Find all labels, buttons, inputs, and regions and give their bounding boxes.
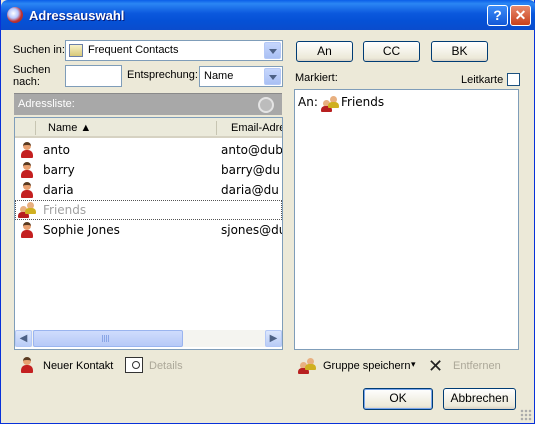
- window-title: Adressauswahl: [29, 8, 125, 23]
- list-item[interactable]: Sophie Jones sjones@du: [15, 220, 282, 240]
- ok-button[interactable]: OK: [363, 388, 433, 410]
- marked-recipients-list[interactable]: An: Friends: [294, 89, 519, 350]
- app-icon: [7, 7, 23, 23]
- search-by-label-line2: nach:: [13, 76, 40, 88]
- column-name[interactable]: Name ▲: [48, 122, 91, 134]
- remove-button[interactable]: Entfernen: [453, 360, 501, 372]
- list-item[interactable]: anto anto@dub: [15, 140, 282, 160]
- save-group-button[interactable]: Gruppe speichern: [323, 360, 410, 372]
- column-header: Name ▲ Email-Adre: [15, 118, 282, 138]
- new-contact-icon[interactable]: [19, 357, 35, 373]
- match-dropdown[interactable]: Name: [199, 66, 283, 87]
- guide-label: Leitkarte: [461, 74, 504, 86]
- chevron-down-icon[interactable]: [264, 68, 281, 85]
- search-in-label: Suchen in:: [13, 44, 65, 56]
- contact-name: Sophie Jones: [43, 223, 120, 237]
- details-icon[interactable]: [125, 357, 143, 373]
- search-by-label: Suchen nach:: [13, 64, 50, 88]
- scroll-right-icon[interactable]: ▶: [265, 330, 282, 347]
- list-item[interactable]: barry barry@du: [15, 160, 282, 180]
- list-item[interactable]: daria daria@du: [15, 180, 282, 200]
- address-list-title: Adressliste:: [18, 98, 75, 110]
- chevron-down-icon[interactable]: ▾: [411, 359, 416, 370]
- details-button[interactable]: Details: [149, 360, 183, 372]
- title-bar[interactable]: Adressauswahl ? ✕: [1, 0, 535, 30]
- resize-grip-icon[interactable]: [520, 409, 532, 421]
- help-button[interactable]: ?: [487, 5, 508, 26]
- cancel-button[interactable]: Abbrechen: [443, 388, 516, 410]
- scroll-left-icon[interactable]: ◀: [15, 330, 32, 347]
- contact-email: anto@dub: [221, 143, 283, 157]
- list-item[interactable]: Friends: [15, 200, 282, 220]
- contact-email: daria@du: [221, 183, 279, 197]
- chevron-down-icon[interactable]: [264, 42, 281, 59]
- contact-icon: [19, 162, 35, 178]
- horizontal-scrollbar[interactable]: ◀ ▶: [15, 330, 282, 347]
- address-selection-dialog: Adressauswahl ? ✕ Suchen in: Frequent Co…: [0, 0, 535, 424]
- cc-button[interactable]: CC: [363, 41, 420, 62]
- column-email[interactable]: Email-Adre: [231, 122, 282, 134]
- search-in-dropdown[interactable]: Frequent Contacts: [65, 40, 283, 61]
- contact-name: Friends: [43, 203, 87, 217]
- search-in-value: Frequent Contacts: [88, 44, 179, 56]
- new-contact-button[interactable]: Neuer Kontakt: [43, 360, 113, 372]
- group-icon: [321, 96, 339, 112]
- column-separator: [35, 121, 36, 135]
- contact-icon: [19, 222, 35, 238]
- match-label: Entsprechung:: [127, 69, 198, 81]
- match-value: Name: [204, 70, 234, 82]
- close-button[interactable]: ✕: [510, 5, 531, 26]
- save-group-icon[interactable]: [298, 358, 316, 374]
- contact-email: sjones@du: [221, 223, 283, 237]
- column-separator: [216, 121, 217, 135]
- recipient-entry[interactable]: Friends: [341, 95, 384, 109]
- address-list[interactable]: Name ▲ Email-Adre anto anto@dub barry ba…: [14, 117, 283, 350]
- refresh-icon[interactable]: [258, 97, 274, 113]
- contact-icon: [19, 182, 35, 198]
- guide-checkbox[interactable]: [507, 73, 520, 86]
- address-book-icon: [69, 44, 83, 57]
- search-by-input[interactable]: [65, 65, 122, 87]
- remove-icon[interactable]: ✕: [428, 357, 443, 375]
- contact-name: anto: [43, 143, 71, 157]
- search-by-label-line1: Suchen: [13, 64, 51, 76]
- contact-email: barry@du: [221, 163, 280, 177]
- group-icon: [18, 202, 36, 218]
- to-button[interactable]: An: [296, 41, 353, 62]
- marked-label: Markiert:: [295, 72, 338, 84]
- bcc-button[interactable]: BK: [431, 41, 488, 62]
- recipient-prefix: An:: [298, 95, 318, 109]
- address-list-header: Adressliste:: [14, 93, 282, 115]
- contact-icon: [19, 142, 35, 158]
- scrollbar-thumb[interactable]: [33, 330, 183, 347]
- contact-name: barry: [43, 163, 75, 177]
- contact-name: daria: [43, 183, 74, 197]
